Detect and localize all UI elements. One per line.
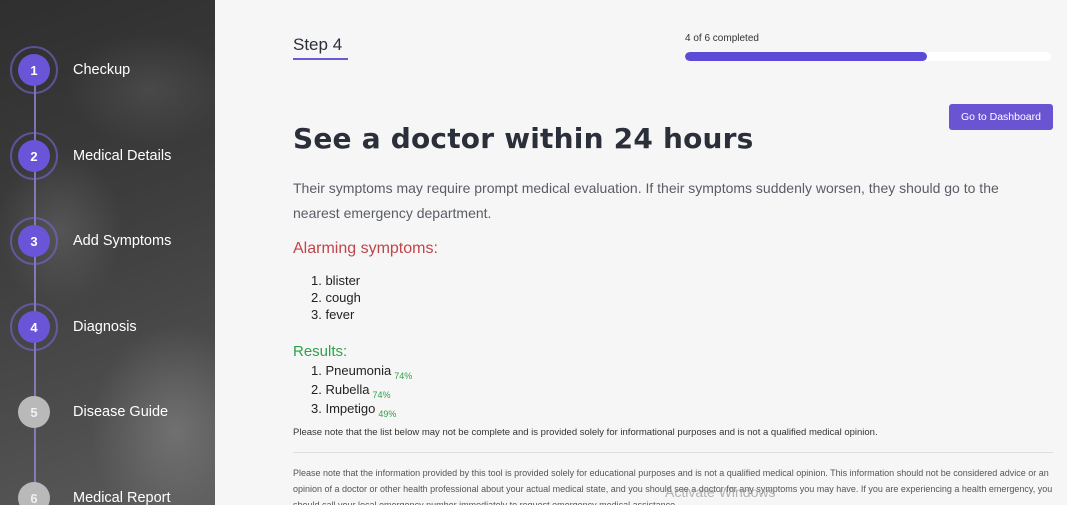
result-percent: 74% xyxy=(372,390,391,400)
step-disease-guide[interactable]: 5 Disease Guide xyxy=(10,387,215,437)
progress-text: 4 of 6 completed xyxy=(685,33,759,44)
symptom-item: 2. cough xyxy=(311,290,361,305)
step-medical-details[interactable]: 2 Medical Details xyxy=(10,131,215,181)
step-1-number: 1 xyxy=(18,54,50,86)
step-add-symptoms[interactable]: 3 Add Symptoms xyxy=(10,216,215,266)
result-item: 3. Impetigo 49% xyxy=(311,400,412,419)
results-title: Results: xyxy=(293,343,348,360)
step-6-label: Medical Report xyxy=(73,490,171,505)
result-headline: See a doctor within 24 hours xyxy=(293,122,754,155)
step-2-number: 2 xyxy=(18,140,50,172)
result-item: 1. Pneumonia 74% xyxy=(311,362,412,381)
step-1-ring: 1 xyxy=(10,46,58,94)
step-1-label: Checkup xyxy=(73,62,131,78)
progress-bar-fill xyxy=(685,52,927,61)
step-5-number: 5 xyxy=(18,396,50,428)
result-percent: 49% xyxy=(378,409,397,419)
result-description: Their symptoms may require prompt medica… xyxy=(293,180,999,221)
main-panel: Step 4 4 of 6 completed Go to Dashboard … xyxy=(215,0,1067,505)
step-5-ring: 5 xyxy=(10,388,58,436)
step-4-label: Diagnosis xyxy=(73,319,137,335)
step-title: Step 4 xyxy=(293,35,343,54)
result-item: 2. Rubella 74% xyxy=(311,381,412,400)
step-diagnosis[interactable]: 4 Diagnosis xyxy=(10,302,215,352)
step-6-ring: 6 xyxy=(10,474,58,505)
alarming-symptoms-list: 1. blister 2. cough 3. fever xyxy=(311,272,361,323)
divider xyxy=(293,452,1053,453)
results-list: 1. Pneumonia 74% 2. Rubella 74% 3. Impetig… xyxy=(311,362,412,419)
step-3-ring: 3 xyxy=(10,217,58,265)
result-percent: 74% xyxy=(394,371,413,381)
activate-windows-watermark: Activate Windows xyxy=(665,484,776,500)
steps-sidebar: 1 Checkup 2 Medical Details 3 Add Sympto… xyxy=(0,0,215,505)
symptom-item: 1. blister xyxy=(311,273,361,288)
results-note: Please note that the list below may not … xyxy=(293,427,878,438)
step-medical-report[interactable]: 6 Medical Report xyxy=(10,473,215,505)
result-name: 2. Rubella xyxy=(311,382,370,397)
step-2-ring: 2 xyxy=(10,132,58,180)
step-3-label: Add Symptoms xyxy=(73,233,172,249)
step-title-underline xyxy=(293,58,348,60)
step-4-number: 4 xyxy=(18,311,50,343)
step-2-label: Medical Details xyxy=(73,148,172,164)
step-4-ring: 4 xyxy=(10,303,58,351)
progress-bar xyxy=(685,52,1051,61)
go-to-dashboard-button[interactable]: Go to Dashboard xyxy=(949,104,1053,130)
step-checkup[interactable]: 1 Checkup xyxy=(10,45,215,95)
step-5-label: Disease Guide xyxy=(73,404,169,420)
result-name: 3. Impetigo xyxy=(311,401,376,416)
step-6-number: 6 xyxy=(18,482,50,505)
result-name: 1. Pneumonia xyxy=(311,363,392,378)
symptom-item: 3. fever xyxy=(311,307,355,322)
alarming-symptoms-title: Alarming symptoms: xyxy=(293,240,438,257)
step-3-number: 3 xyxy=(18,225,50,257)
